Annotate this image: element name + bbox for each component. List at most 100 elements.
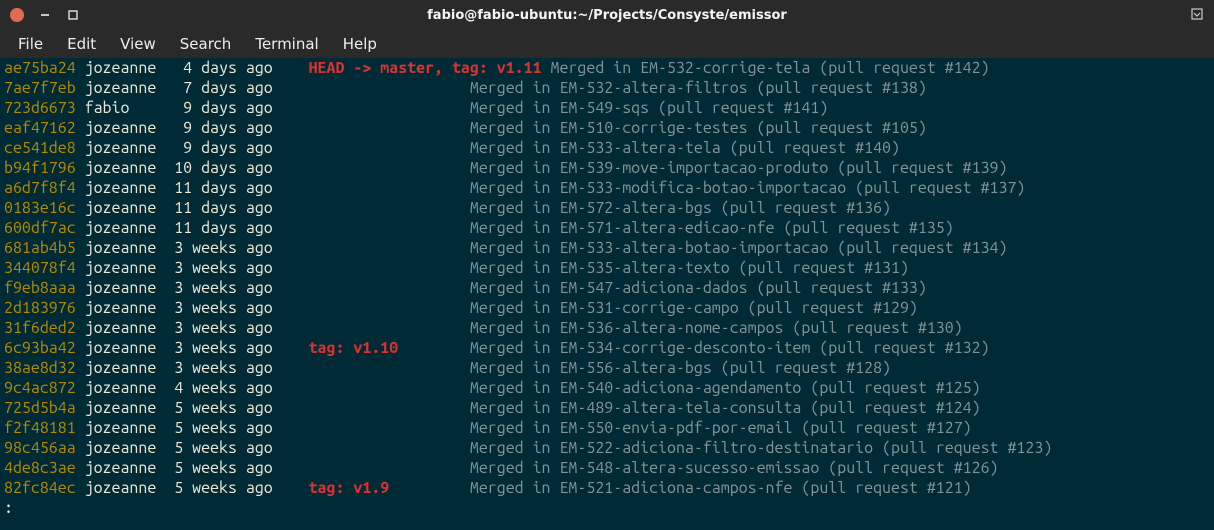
commit-hash: 82fc84ec bbox=[4, 478, 85, 498]
commit-message: Merged in EM-533-modifica-botao-importac… bbox=[470, 179, 1026, 197]
commit-author: jozeanne bbox=[85, 358, 166, 378]
commit-message: Merged in EM-532-corrige-tela (pull requ… bbox=[542, 59, 990, 77]
commit-ref-empty bbox=[309, 78, 470, 98]
window-controls-right bbox=[1190, 7, 1206, 23]
commit-hash: a6d7f8f4 bbox=[4, 178, 85, 198]
padding bbox=[273, 418, 309, 438]
commit-author: jozeanne bbox=[85, 158, 166, 178]
commit-hash: eaf47162 bbox=[4, 118, 85, 138]
commit-message: Merged in EM-489-altera-tela-consulta (p… bbox=[470, 399, 981, 417]
commit-hash: 681ab4b5 bbox=[4, 238, 85, 258]
commit-message: Merged in EM-550-envia-pdf-por-email (pu… bbox=[470, 419, 972, 437]
padding bbox=[273, 78, 309, 98]
commit-author: jozeanne bbox=[85, 318, 166, 338]
commit-message: Merged in EM-548-altera-sucesso-emissao … bbox=[470, 459, 999, 477]
terminal-output[interactable]: ae75ba24jozeanne4 days ago HEAD -> maste… bbox=[0, 58, 1214, 518]
commit-ref-empty bbox=[309, 298, 470, 318]
window-controls-left bbox=[0, 8, 80, 22]
commit-message: Merged in EM-556-altera-bgs (pull reques… bbox=[470, 359, 891, 377]
commit-hash: f2f48181 bbox=[4, 418, 85, 438]
commit-age: 3 weeks ago bbox=[165, 238, 273, 258]
commit-ref-empty bbox=[309, 178, 470, 198]
padding bbox=[273, 158, 309, 178]
window-title: fabio@fabio-ubuntu:~/Projects/Consyste/e… bbox=[0, 8, 1214, 23]
commit-message: Merged in EM-533-altera-tela (pull reque… bbox=[470, 139, 900, 157]
commit-hash: 0183e16c bbox=[4, 198, 85, 218]
commit-message: Merged in EM-540-adiciona-agendamento (p… bbox=[470, 379, 981, 397]
git-log-row: b94f1796jozeanne10 days ago Merged in EM… bbox=[4, 158, 1210, 178]
menu-view[interactable]: View bbox=[110, 31, 166, 57]
git-log-row: 6c93ba42jozeanne3 weeks ago tag: v1.10 M… bbox=[4, 338, 1210, 358]
commit-message: Merged in EM-510-corrige-testes (pull re… bbox=[470, 119, 927, 137]
commit-age: 3 weeks ago bbox=[165, 258, 273, 278]
commit-age: 5 weeks ago bbox=[165, 398, 273, 418]
menu-terminal[interactable]: Terminal bbox=[245, 31, 328, 57]
padding bbox=[273, 338, 309, 358]
close-icon[interactable] bbox=[10, 8, 24, 22]
commit-ref-empty bbox=[309, 158, 470, 178]
commit-age: 4 days ago bbox=[165, 58, 273, 78]
git-log-row: 4de8c3aejozeanne5 weeks ago Merged in EM… bbox=[4, 458, 1210, 478]
commit-message: Merged in EM-547-adiciona-dados (pull re… bbox=[470, 279, 927, 297]
commit-author: jozeanne bbox=[85, 278, 166, 298]
commit-age: 3 weeks ago bbox=[165, 278, 273, 298]
commit-author: jozeanne bbox=[85, 218, 166, 238]
pager-prompt[interactable]: : bbox=[4, 498, 1210, 518]
menu-search[interactable]: Search bbox=[170, 31, 242, 57]
commit-author: jozeanne bbox=[85, 418, 166, 438]
commit-ref-empty bbox=[309, 198, 470, 218]
commit-ref: tag: v1.9 bbox=[309, 478, 390, 498]
commit-message: Merged in EM-532-altera-filtros (pull re… bbox=[470, 79, 927, 97]
commit-ref-empty bbox=[309, 278, 470, 298]
padding bbox=[273, 398, 309, 418]
commit-age: 11 days ago bbox=[165, 198, 273, 218]
maximize-icon[interactable] bbox=[66, 8, 80, 22]
git-log-row: 9c4ac872jozeanne4 weeks ago Merged in EM… bbox=[4, 378, 1210, 398]
commit-author: jozeanne bbox=[85, 298, 166, 318]
padding bbox=[273, 438, 309, 458]
commit-author: jozeanne bbox=[85, 58, 166, 78]
commit-ref-empty bbox=[309, 218, 470, 238]
commit-hash: 725d5b4a bbox=[4, 398, 85, 418]
commit-hash: 4de8c3ae bbox=[4, 458, 85, 478]
menu-file[interactable]: File bbox=[8, 31, 53, 57]
padding bbox=[273, 458, 309, 478]
git-log-row: 2d183976jozeanne3 weeks ago Merged in EM… bbox=[4, 298, 1210, 318]
commit-message: Merged in EM-549-sqs (pull request #141) bbox=[470, 99, 828, 117]
commit-author: jozeanne bbox=[85, 478, 166, 498]
commit-author: jozeanne bbox=[85, 438, 166, 458]
git-log-row: f9eb8aaajozeanne3 weeks ago Merged in EM… bbox=[4, 278, 1210, 298]
commit-hash: 7ae7f7eb bbox=[4, 78, 85, 98]
git-log-row: 725d5b4ajozeanne5 weeks ago Merged in EM… bbox=[4, 398, 1210, 418]
commit-hash: 9c4ac872 bbox=[4, 378, 85, 398]
commit-message: Merged in EM-572-altera-bgs (pull reques… bbox=[470, 199, 891, 217]
commit-author: jozeanne bbox=[85, 378, 166, 398]
padding bbox=[273, 298, 309, 318]
minimize-icon[interactable] bbox=[38, 8, 52, 22]
padding bbox=[273, 238, 309, 258]
commit-ref: tag: v1.10 bbox=[309, 338, 399, 358]
commit-author: jozeanne bbox=[85, 398, 166, 418]
git-log-row: 600df7acjozeanne11 days ago Merged in EM… bbox=[4, 218, 1210, 238]
menu-icon[interactable] bbox=[1190, 7, 1206, 23]
commit-message: Merged in EM-571-altera-edicao-nfe (pull… bbox=[470, 219, 954, 237]
padding bbox=[273, 138, 309, 158]
commit-author: jozeanne bbox=[85, 258, 166, 278]
commit-ref-empty bbox=[309, 438, 470, 458]
commit-author: jozeanne bbox=[85, 238, 166, 258]
commit-age: 11 days ago bbox=[165, 178, 273, 198]
commit-message: Merged in EM-522-adiciona-filtro-destina… bbox=[470, 439, 1052, 457]
git-log-row: a6d7f8f4jozeanne11 days ago Merged in EM… bbox=[4, 178, 1210, 198]
git-log-row: 31f6ded2jozeanne3 weeks ago Merged in EM… bbox=[4, 318, 1210, 338]
git-log-row: 82fc84ecjozeanne5 weeks ago tag: v1.9 Me… bbox=[4, 478, 1210, 498]
commit-hash: 38ae8d32 bbox=[4, 358, 85, 378]
git-log-row: f2f48181jozeanne5 weeks ago Merged in EM… bbox=[4, 418, 1210, 438]
commit-ref-empty bbox=[309, 398, 470, 418]
commit-age: 5 weeks ago bbox=[165, 478, 273, 498]
menu-edit[interactable]: Edit bbox=[57, 31, 106, 57]
commit-message: Merged in EM-539-move-importacao-produto… bbox=[470, 159, 1008, 177]
commit-ref-empty bbox=[309, 418, 470, 438]
menu-help[interactable]: Help bbox=[333, 31, 387, 57]
commit-author: fabio bbox=[85, 98, 166, 118]
padding bbox=[273, 198, 309, 218]
